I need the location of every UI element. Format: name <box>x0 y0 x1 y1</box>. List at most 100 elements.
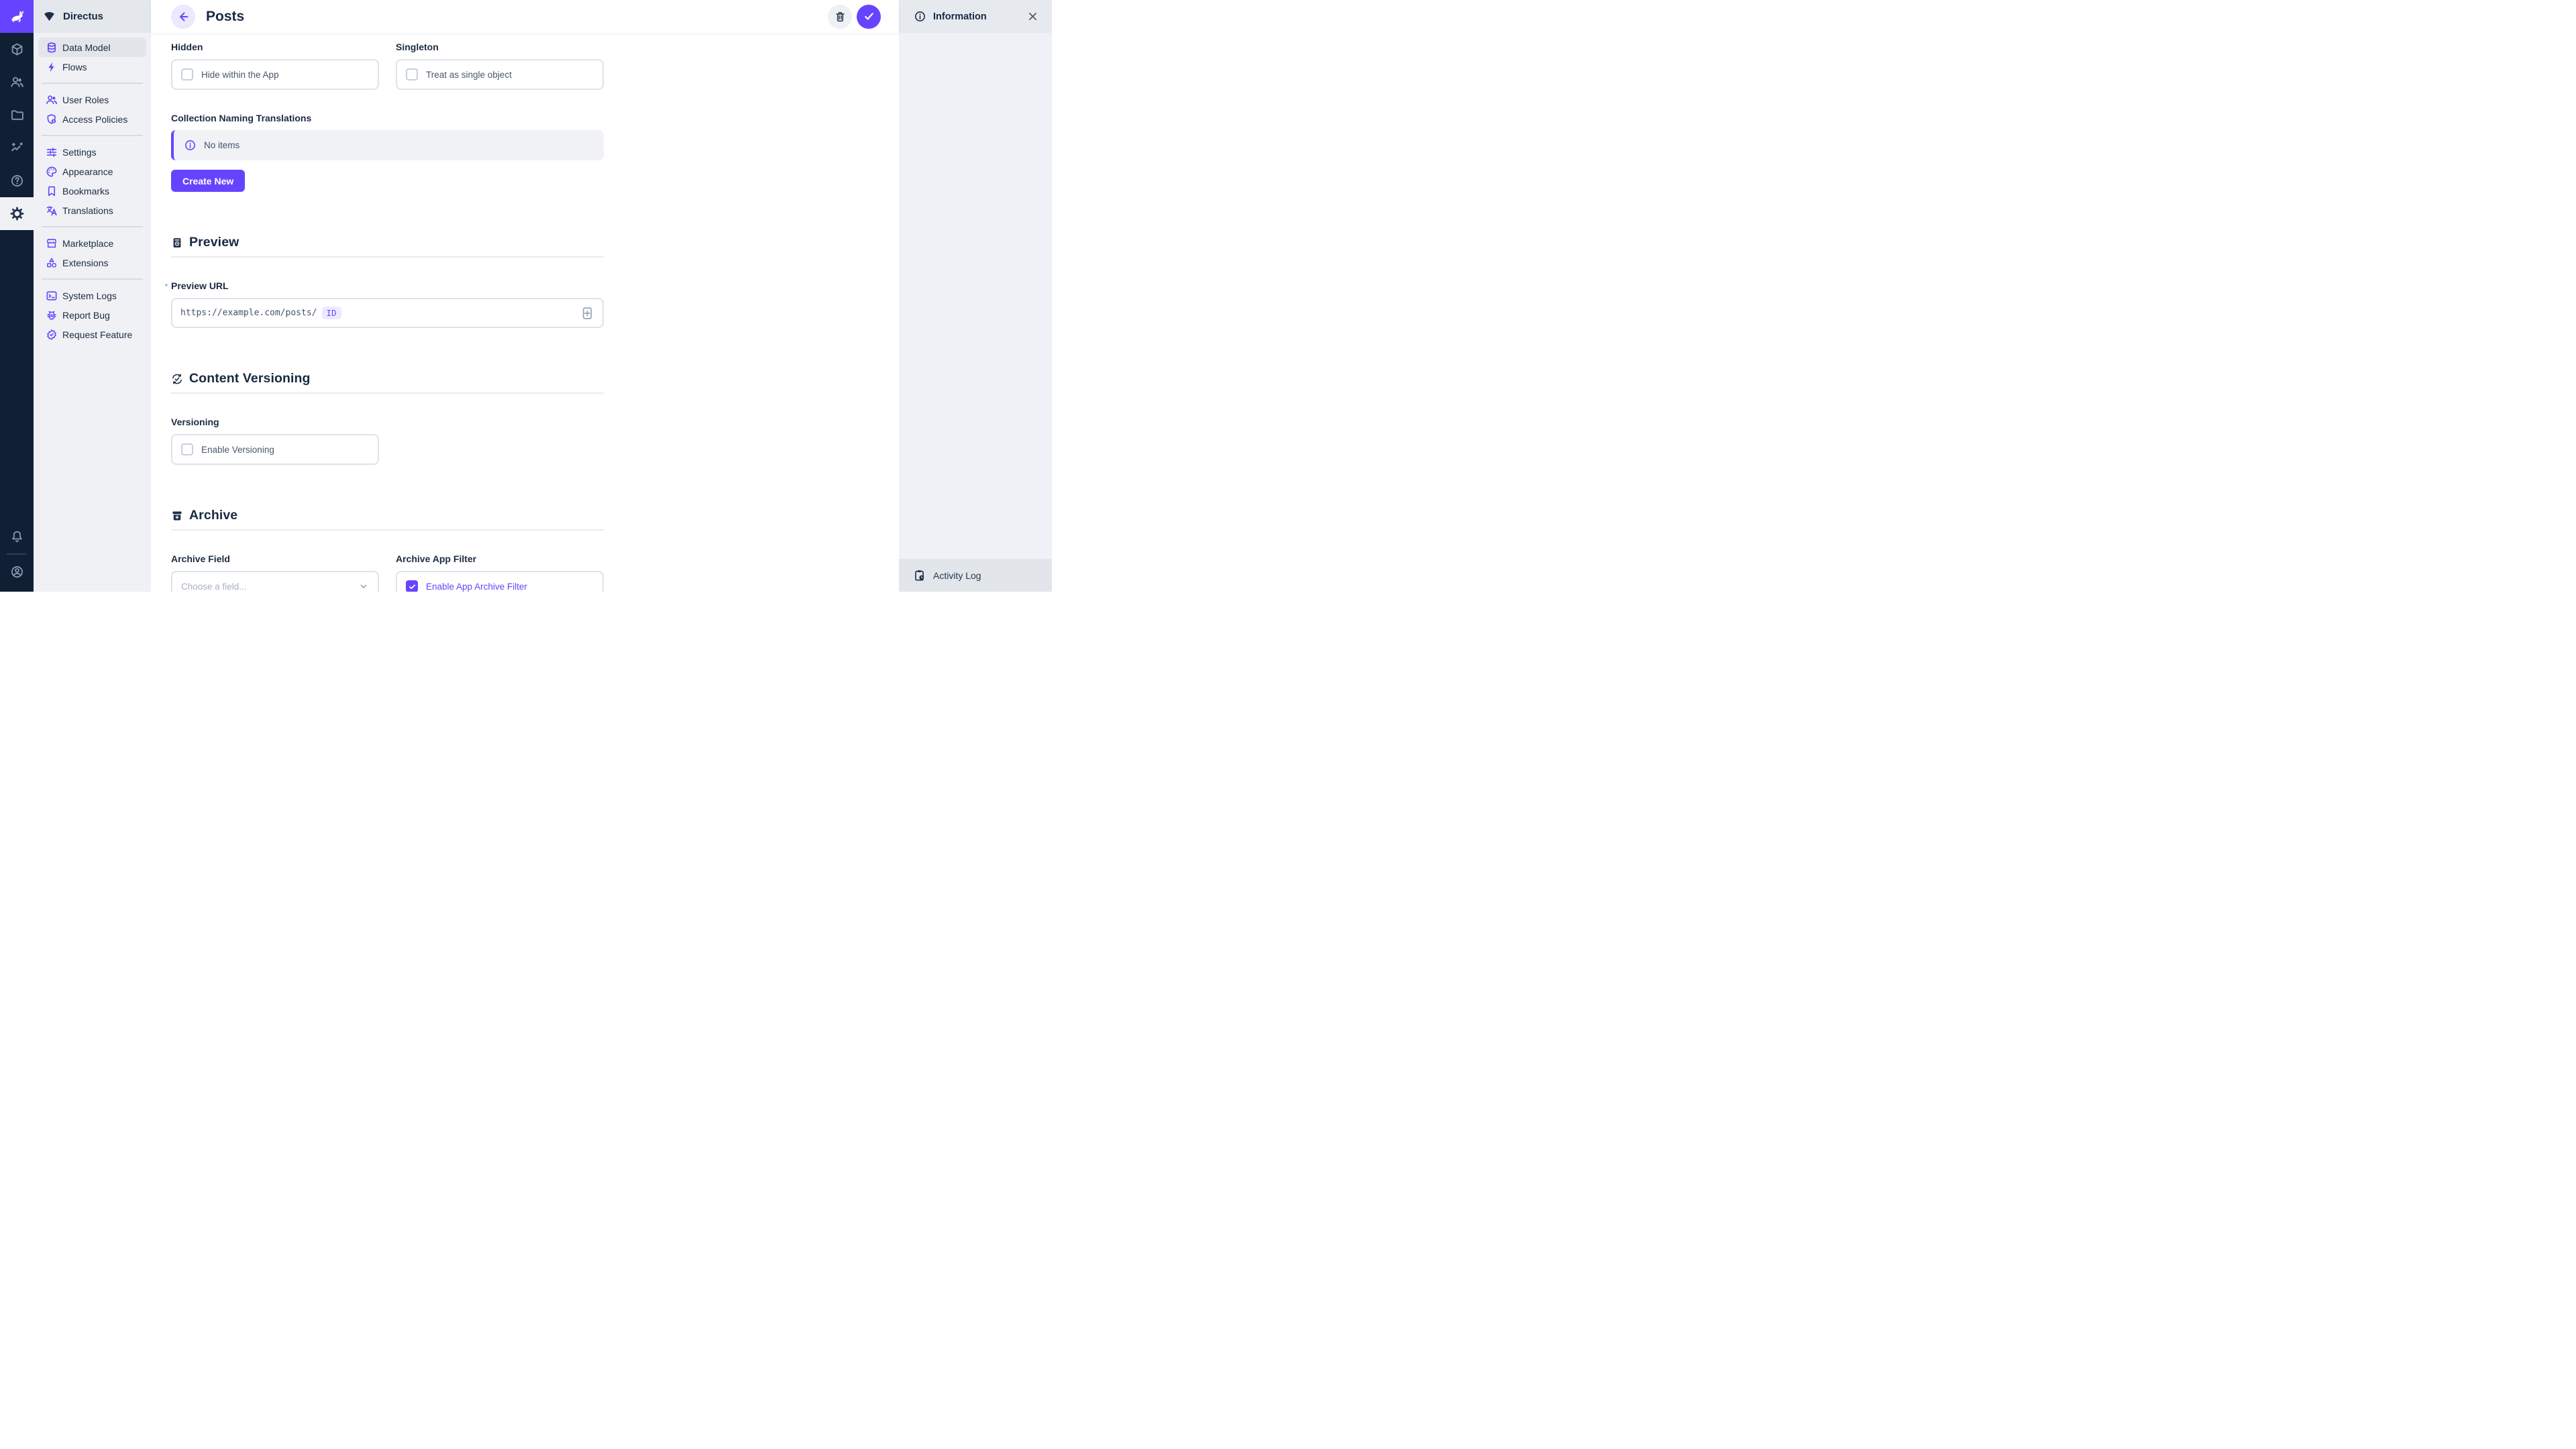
app-root: Directus Data Model Flows <box>0 0 1052 592</box>
archive-fields-row: Archive Field Choose a field... Archive … <box>171 553 899 592</box>
project-shield-icon <box>43 10 56 23</box>
directus-rabbit-logo[interactable] <box>0 0 34 33</box>
bookmark-icon <box>46 185 58 197</box>
main-header: Posts <box>151 0 899 33</box>
singleton-checkbox[interactable]: Treat as single object <box>396 59 604 90</box>
singleton-label: Singleton <box>396 42 604 52</box>
info-icon <box>184 139 197 152</box>
collection-naming-translations-field: Collection Naming Translations No items … <box>171 113 899 192</box>
archive-field: Archive Field Choose a field... <box>171 553 379 592</box>
nav-item-request-feature[interactable]: Request Feature <box>38 325 146 344</box>
activity-log-button[interactable]: Activity Log <box>899 559 1052 592</box>
back-button[interactable] <box>171 5 195 29</box>
enable-app-archive-filter-checkbox[interactable]: Enable App Archive Filter <box>396 571 604 592</box>
collection-settings-form: Hidden Hide within the App Singleton Tre… <box>151 33 899 592</box>
checkbox-unchecked-icon <box>406 68 418 80</box>
activity-log-icon <box>913 569 926 582</box>
archive-app-filter-label: Archive App Filter <box>396 553 604 564</box>
arrow-left-icon <box>176 10 190 23</box>
section-divider <box>171 256 604 258</box>
settings-nav-sidebar: Directus Data Model Flows <box>34 0 151 592</box>
archive-app-filter-field: Archive App Filter Enable App Archive Fi… <box>396 553 604 592</box>
info-sidebar-title: Information <box>933 11 987 22</box>
hidden-field: Hidden Hide within the App <box>171 42 379 90</box>
checkbox-unchecked-icon <box>181 68 193 80</box>
shield-user-icon <box>46 113 58 125</box>
bolt-icon <box>46 61 58 73</box>
content-versioning-section-header: Content Versioning <box>171 371 899 386</box>
trash-icon <box>834 10 847 23</box>
tune-icon <box>46 146 58 158</box>
nav-item-flows[interactable]: Flows <box>38 57 146 76</box>
nav-item-user-roles[interactable]: User Roles <box>38 90 146 109</box>
preview-url-input[interactable]: https://example.com/posts/ ID <box>171 298 604 328</box>
translate-icon <box>46 205 58 217</box>
versioning-label: Versioning <box>171 417 899 427</box>
enable-versioning-checkbox[interactable]: Enable Versioning <box>171 434 379 465</box>
preview-icon <box>171 237 183 249</box>
files-folder-icon <box>10 108 24 122</box>
module-bar <box>0 0 34 592</box>
nav-item-report-bug[interactable]: Report Bug <box>38 305 146 325</box>
nav-item-translations[interactable]: Translations <box>38 201 146 220</box>
users-module-button[interactable] <box>0 66 34 99</box>
content-module-button[interactable] <box>0 33 34 66</box>
content-versioning-icon <box>171 373 183 385</box>
palette-icon <box>46 166 58 178</box>
notifications-button[interactable] <box>0 522 34 551</box>
translations-label: Collection Naming Translations <box>171 113 899 123</box>
preview-url-field: Preview URL https://example.com/posts/ I… <box>171 280 899 328</box>
info-sidebar-body <box>899 33 1052 559</box>
account-button[interactable] <box>0 557 34 592</box>
nav-divider <box>42 226 143 227</box>
nav-list: Data Model Flows User Roles <box>34 33 151 344</box>
add-variable-button[interactable] <box>580 305 594 321</box>
nav-item-appearance[interactable]: Appearance <box>38 162 146 181</box>
close-sidebar-button[interactable] <box>1024 8 1041 25</box>
info-icon <box>914 10 926 23</box>
chevron-down-icon <box>358 581 369 592</box>
insights-module-button[interactable] <box>0 131 34 164</box>
page-title: Posts <box>206 9 244 25</box>
hidden-checkbox[interactable]: Hide within the App <box>171 59 379 90</box>
extensions-icon <box>46 257 58 269</box>
hidden-label: Hidden <box>171 42 379 52</box>
preview-section-header: Preview <box>171 235 899 250</box>
archive-field-select[interactable]: Choose a field... <box>171 571 379 592</box>
files-module-button[interactable] <box>0 99 34 131</box>
project-name: Directus <box>63 11 103 22</box>
singleton-field: Singleton Treat as single object <box>396 42 604 90</box>
storefront-icon <box>46 237 58 250</box>
database-icon <box>46 42 58 54</box>
bug-icon <box>46 309 58 321</box>
section-divider <box>171 392 604 394</box>
feature-badge-icon <box>46 329 58 341</box>
nav-item-data-model[interactable]: Data Model <box>38 38 146 57</box>
nav-divider <box>42 135 143 136</box>
nav-item-extensions[interactable]: Extensions <box>38 253 146 272</box>
checkbox-checked-icon <box>406 580 418 592</box>
nav-item-marketplace[interactable]: Marketplace <box>38 233 146 253</box>
nav-divider <box>42 83 143 84</box>
settings-module-button[interactable] <box>0 197 34 230</box>
archive-section-header: Archive <box>171 508 899 523</box>
nav-item-bookmarks[interactable]: Bookmarks <box>38 181 146 201</box>
account-circle-icon <box>10 565 24 579</box>
help-button[interactable] <box>0 164 34 197</box>
preview-url-label: Preview URL <box>171 280 899 291</box>
rabbit-icon <box>7 9 26 25</box>
close-icon <box>1027 11 1038 22</box>
create-new-button[interactable]: Create New <box>171 170 245 192</box>
archive-field-label: Archive Field <box>171 553 379 564</box>
nav-item-settings[interactable]: Settings <box>38 142 146 162</box>
people-icon <box>46 94 58 106</box>
delete-button[interactable] <box>828 5 852 29</box>
versioning-field: Versioning Enable Versioning <box>171 417 899 465</box>
nav-item-access-policies[interactable]: Access Policies <box>38 109 146 129</box>
id-variable-chip[interactable]: ID <box>322 307 341 319</box>
project-header[interactable]: Directus <box>34 0 151 33</box>
terminal-icon <box>46 290 58 302</box>
save-button[interactable] <box>857 5 881 29</box>
nav-item-system-logs[interactable]: System Logs <box>38 286 146 305</box>
help-icon <box>10 174 24 188</box>
